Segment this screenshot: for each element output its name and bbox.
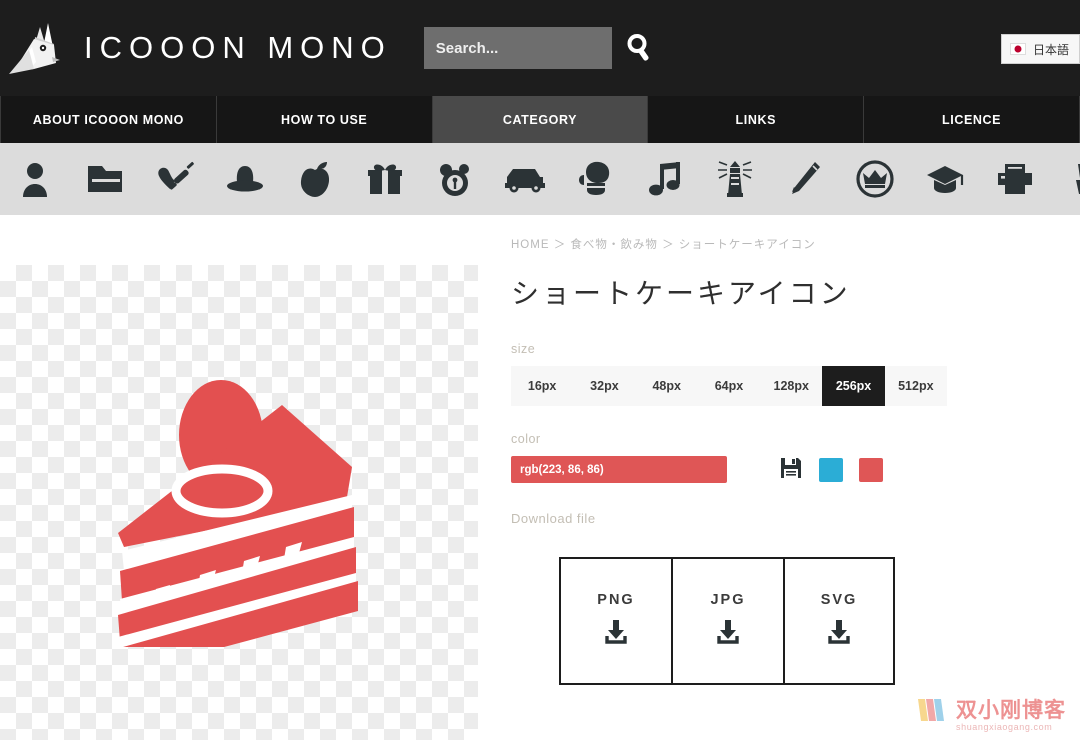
shortcake-icon [104, 375, 364, 675]
page-root: ICOOON MONO 日本語 ABOUT ICOOON MONO HOW TO… [0, 0, 1080, 740]
size-option-256px[interactable]: 256px [822, 366, 885, 406]
size-label: size [511, 342, 536, 356]
category-icon-boxing[interactable] [560, 160, 630, 198]
download-icon [714, 619, 742, 651]
size-option-64px[interactable]: 64px [697, 366, 761, 406]
size-option-512px[interactable]: 512px [884, 366, 947, 406]
save-color-button[interactable] [779, 456, 803, 483]
watermark-logo-icon [915, 697, 949, 732]
download-icon [602, 619, 630, 651]
nav-item-how-to-use[interactable]: HOW TO USE [216, 96, 433, 143]
download-png-label: PNG [597, 591, 635, 608]
music-note-icon [648, 160, 682, 198]
category-icon-music[interactable] [630, 160, 700, 198]
icon-preview-panel [0, 265, 478, 740]
category-icon-lighthouse[interactable] [700, 159, 770, 199]
gift-icon [366, 161, 404, 197]
category-icon-medical[interactable] [140, 160, 210, 198]
hat-icon [225, 162, 265, 196]
lighthouse-icon [715, 159, 755, 199]
heart-syringe-medical-icon [155, 160, 195, 198]
category-icon-strip [0, 143, 1080, 215]
category-icon-hat[interactable] [210, 162, 280, 196]
color-controls [511, 456, 1071, 483]
logo[interactable]: ICOOON MONO [4, 17, 392, 79]
watermark-url: shuangxiaogang.com [956, 722, 1053, 732]
category-icon-graduation[interactable] [910, 162, 980, 196]
logo-text: ICOOON MONO [84, 30, 392, 65]
category-icon-printer[interactable] [980, 162, 1050, 196]
size-selector: 16px 32px 48px 64px 128px 256px 512px [511, 366, 947, 406]
japan-flag-icon [1009, 43, 1026, 55]
nav-item-links[interactable]: LINKS [648, 96, 865, 143]
partial-icon [1068, 160, 1080, 198]
nav-item-category[interactable]: CATEGORY [432, 96, 649, 143]
search-icon [624, 31, 654, 66]
language-label: 日本語 [1032, 42, 1069, 57]
download-jpg-label: JPG [710, 591, 746, 608]
category-icon-bear[interactable] [420, 160, 490, 198]
swatch-red[interactable] [859, 457, 883, 482]
download-svg-button[interactable]: SVG [783, 557, 895, 685]
swatch-cyan[interactable] [819, 457, 843, 482]
category-icon-apple[interactable] [280, 160, 350, 198]
folder-icon [86, 162, 124, 196]
breadcrumb[interactable]: HOME ＞ 食べ物・飲み物 ＞ ショートケーキアイコン [511, 236, 1071, 252]
pencil-icon [788, 160, 822, 198]
floppy-save-icon [779, 456, 803, 483]
download-jpg-button[interactable]: JPG [671, 557, 783, 685]
language-selector[interactable]: 日本語 [1000, 34, 1080, 64]
graduation-cap-icon [925, 162, 965, 196]
unicorn-logo-icon [4, 17, 76, 79]
download-label: Download file [511, 511, 596, 526]
category-icon-person[interactable] [0, 160, 70, 198]
printer-icon [995, 162, 1035, 196]
size-option-48px[interactable]: 48px [635, 366, 698, 406]
search-area [423, 27, 654, 69]
search-input[interactable] [423, 27, 612, 69]
main-nav: ABOUT ICOOON MONO HOW TO USE CATEGORY LI… [0, 96, 1080, 143]
page-title: ショートケーキアイコン [511, 278, 851, 309]
site-header: ICOOON MONO 日本語 [0, 0, 1080, 96]
watermark: 双小刚博客 shuangxiaogang.com [915, 697, 1066, 732]
nav-item-about[interactable]: ABOUT ICOOON MONO [0, 96, 217, 143]
person-icon [18, 160, 52, 198]
category-icon-folder[interactable] [70, 162, 140, 196]
size-option-32px[interactable]: 32px [573, 366, 636, 406]
color-input[interactable] [511, 456, 727, 483]
size-option-128px[interactable]: 128px [760, 366, 823, 406]
search-button[interactable] [624, 31, 654, 66]
category-icon-pencil[interactable] [770, 160, 840, 198]
category-icon-partial[interactable] [1050, 160, 1080, 198]
category-icon-gift[interactable] [350, 161, 420, 197]
crown-badge-icon [856, 160, 894, 198]
download-buttons: PNG JPG SVG [559, 557, 1071, 685]
download-png-button[interactable]: PNG [559, 557, 671, 685]
download-svg-label: SVG [820, 591, 858, 608]
category-icon-car[interactable] [490, 164, 560, 194]
car-icon [504, 164, 546, 194]
boxing-glove-icon [578, 160, 612, 198]
size-option-16px[interactable]: 16px [511, 366, 574, 406]
category-icon-crown-badge[interactable] [840, 160, 910, 198]
teddy-bear-icon [437, 160, 473, 198]
download-icon [825, 619, 853, 651]
nav-item-licence[interactable]: LICENCE [864, 96, 1080, 143]
icon-detail-content: HOME ＞ 食べ物・飲み物 ＞ ショートケーキアイコン ショートケーキアイコン… [511, 236, 1071, 685]
watermark-title: 双小刚博客 [956, 698, 1066, 722]
apple-icon [297, 160, 333, 198]
color-label: color [511, 432, 541, 446]
